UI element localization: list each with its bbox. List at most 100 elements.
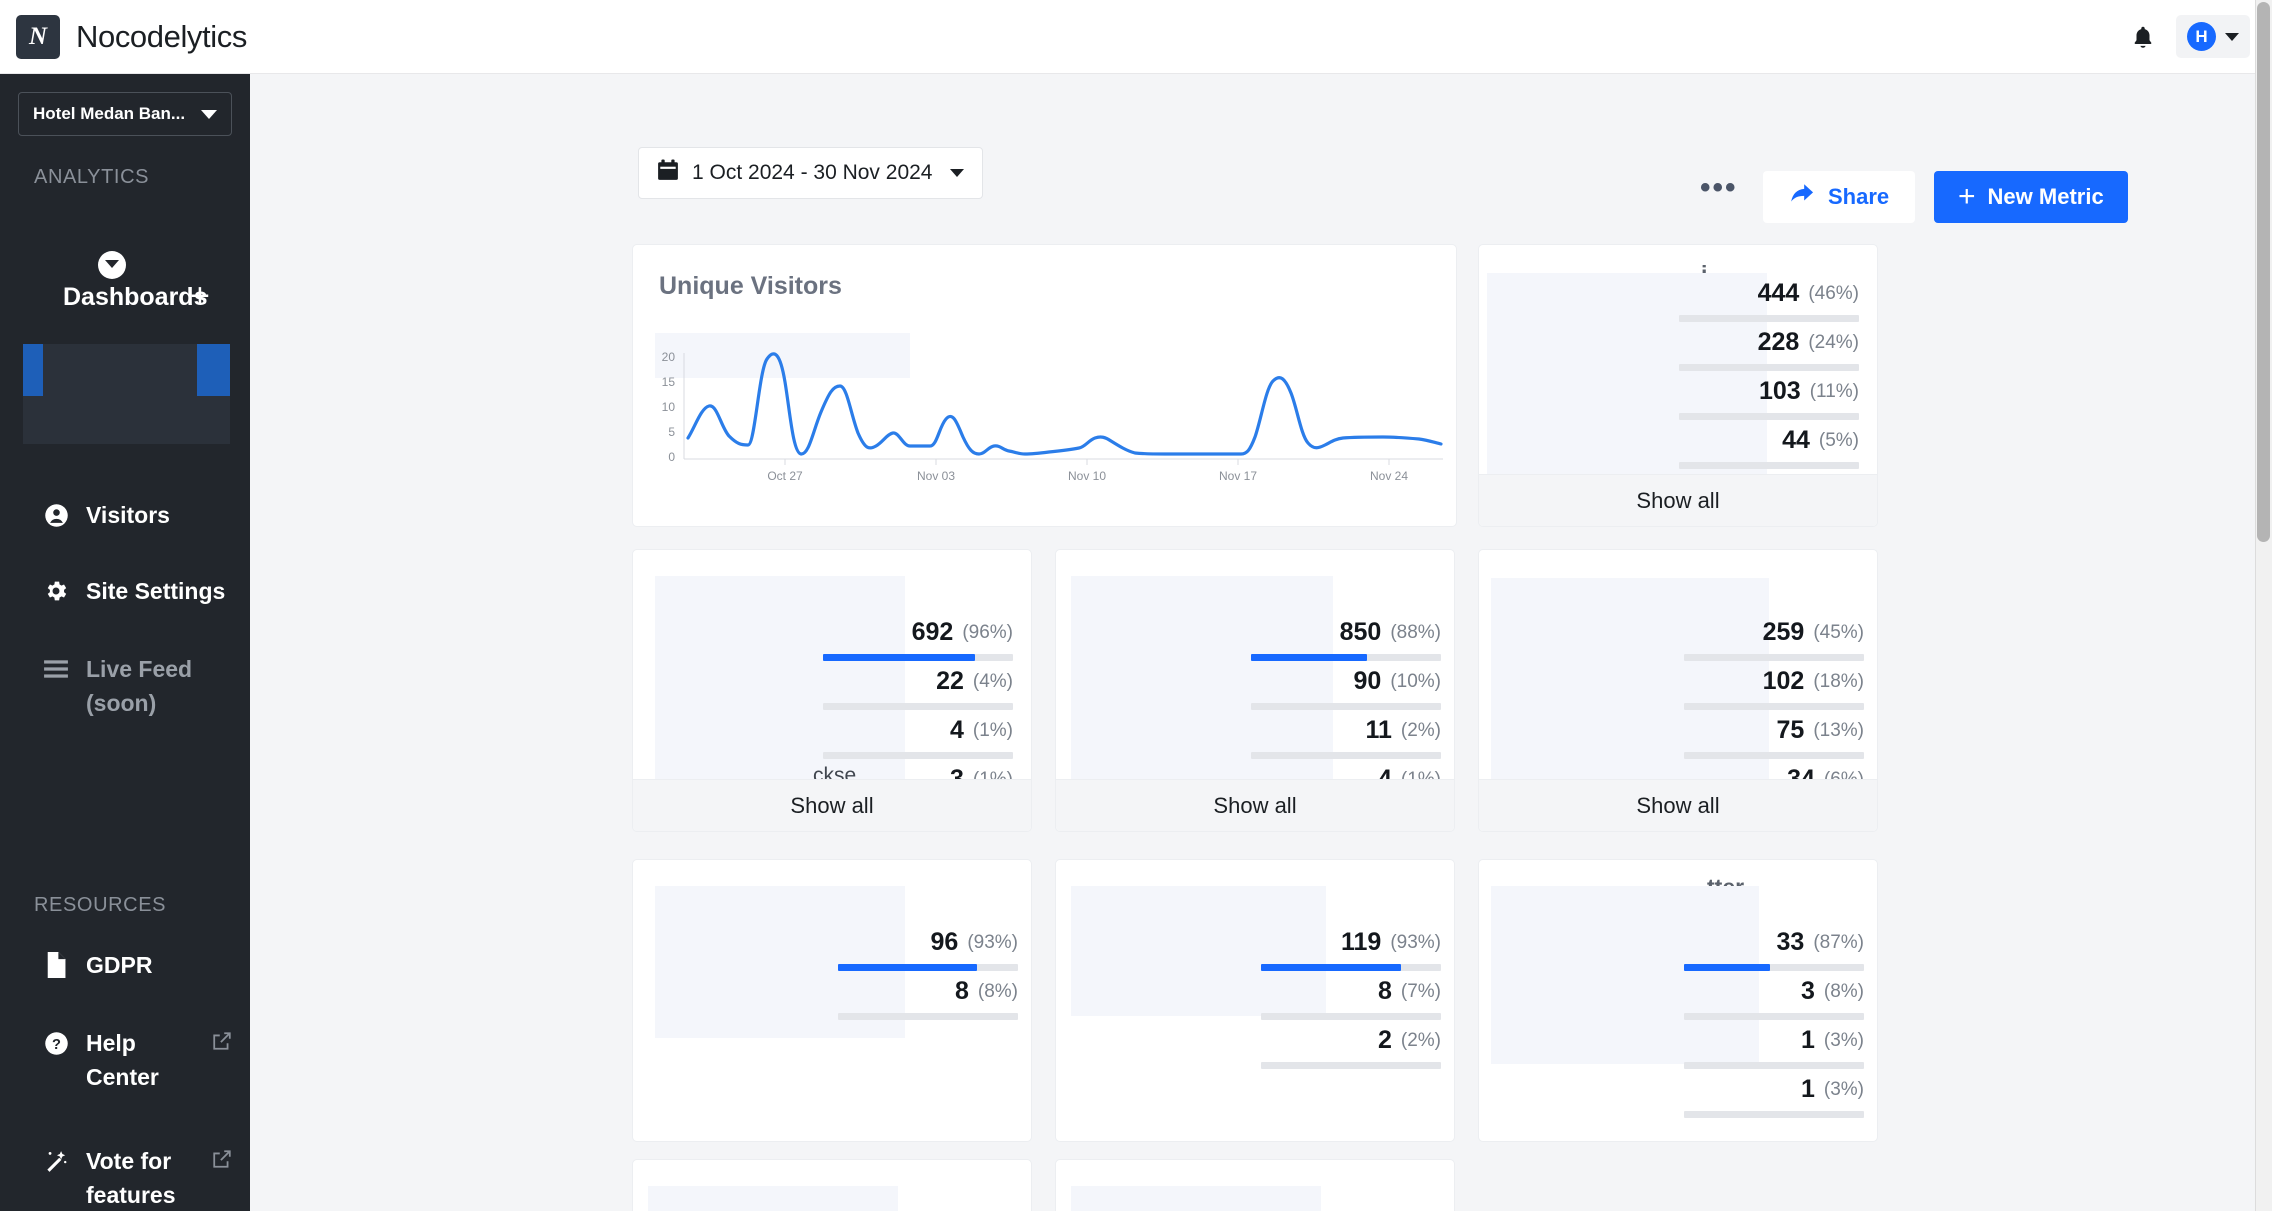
metric-card-row2-col1[interactable]: 692 (96%) 22 (4%) 4 (1%) ckse... 3 (1%) … — [632, 549, 1032, 832]
list-icon — [42, 652, 70, 686]
metric-row[interactable]: 33 (87%) — [1684, 930, 1865, 955]
brand[interactable]: N Nocodelytics — [0, 14, 247, 59]
add-dashboard-button[interactable]: + — [190, 279, 210, 313]
loading-placeholder — [648, 1186, 898, 1211]
metric-row[interactable]: 259 (45%) — [1684, 620, 1864, 645]
unique-visitors-line-chart: 20 15 10 5 0 Oct 27 Nov 03 Nov 10 Nov 17… — [662, 350, 1443, 483]
question-circle-icon: ? — [42, 1026, 70, 1060]
scrollbar-thumb[interactable] — [2257, 2, 2270, 542]
metric-row[interactable]: 102 (18%) — [1684, 669, 1864, 694]
metric-percent: (45%) — [1813, 622, 1864, 644]
metric-percent: (3%) — [1823, 1079, 1864, 1101]
metric-bar — [1679, 364, 1859, 371]
metric-value: 259 — [1762, 618, 1805, 646]
metric-row[interactable]: 119 (93%) — [1261, 930, 1441, 955]
plus-icon: + — [1958, 180, 1976, 213]
svg-text:10: 10 — [662, 400, 676, 414]
external-link-icon — [212, 1026, 232, 1060]
sidebar-item-label: Live Feed (soon) — [86, 656, 193, 716]
selected-indicator-left — [23, 344, 43, 396]
document-icon — [42, 948, 70, 982]
metric-card-row2-col3[interactable]: 259 (45%) 102 (18%) 75 (13%) 34 (6%) Pis… — [1478, 549, 1878, 832]
metric-bar — [1684, 964, 1864, 971]
metric-row[interactable]: 8 (7%) — [1261, 979, 1441, 1004]
svg-text:Nov 10: Nov 10 — [1068, 469, 1106, 483]
chevron-down-icon — [949, 169, 964, 177]
metric-row[interactable]: 96 (93%) — [838, 930, 1019, 955]
sidebar-item-gdpr[interactable]: GDPR — [0, 948, 250, 982]
metric-card-row2-col2[interactable]: 850 (88%) 90 (10%) 11 (2%) 4 (1%) Show a… — [1055, 549, 1455, 832]
dashboards-label[interactable]: Dashboards — [63, 283, 207, 312]
metric-row[interactable]: 692 (96%) — [823, 620, 1013, 645]
metric-row[interactable]: 2 (2%) — [1261, 1028, 1441, 1053]
metric-value: 692 — [911, 618, 954, 646]
svg-text:Nov 03: Nov 03 — [917, 469, 955, 483]
chevron-down-icon — [2225, 32, 2239, 41]
sidebar-item-site-settings[interactable]: Site Settings — [0, 574, 250, 608]
metric-row[interactable]: 850 (88%) — [1251, 620, 1441, 645]
metric-percent: (93%) — [1390, 932, 1441, 954]
show-all-button[interactable]: Show all — [1056, 779, 1454, 831]
metric-row[interactable]: 228 (24%) — [1679, 330, 1859, 355]
unique-visitors-card[interactable]: Unique Visitors 20 15 10 5 0 Oct 27 Nov … — [632, 244, 1457, 527]
metric-row[interactable]: 75 (13%) — [1684, 718, 1865, 743]
metric-value: 22 — [936, 667, 964, 695]
metric-card-row4-col2[interactable]: 623 (64%) 271 (28%) — [1055, 1159, 1455, 1211]
analytics-section-label: ANALYTICS — [34, 166, 150, 188]
metric-row[interactable]: 44 (5%) — [1679, 428, 1859, 453]
show-all-button[interactable]: Show all — [1479, 474, 1877, 526]
show-all-button[interactable]: Show all — [1479, 779, 1877, 831]
metric-row[interactable]: 8 (8%) — [838, 979, 1018, 1004]
metric-card-row3-col2[interactable]: 119 (93%) 8 (7%) 2 (2%) — [1055, 859, 1455, 1142]
metric-card-row3-col1[interactable]: 96 (93%) 8 (8%) — [632, 859, 1032, 1142]
metric-bar — [1684, 1062, 1864, 1069]
metric-percent: (8%) — [1823, 981, 1864, 1003]
top-bar: N Nocodelytics H — [0, 0, 2272, 74]
metric-row[interactable]: 11 (2%) — [1251, 718, 1441, 743]
dashboards-collapse-toggle[interactable] — [98, 251, 126, 279]
date-range-picker[interactable]: 1 Oct 2024 - 30 Nov 2024 — [638, 147, 983, 199]
metric-value: 1 — [1800, 1026, 1815, 1054]
sidebar-item-label: Site Settings — [86, 578, 226, 604]
metric-bar — [1679, 462, 1859, 469]
metric-row[interactable]: 22 (4%) — [823, 669, 1013, 694]
sidebar-item-vote-for-features[interactable]: Vote for features — [0, 1144, 250, 1211]
metric-row[interactable]: 3 (8%) — [1684, 979, 1864, 1004]
metric-bar — [1684, 752, 1864, 759]
metric-row[interactable]: 90 (10%) — [1251, 669, 1442, 694]
metric-percent: (8%) — [977, 981, 1018, 1003]
share-button[interactable]: Share — [1763, 171, 1916, 223]
metric-percent: (1%) — [972, 720, 1013, 742]
notifications-button[interactable] — [2120, 14, 2166, 60]
svg-text:15: 15 — [662, 375, 676, 389]
app-title: Nocodelytics — [76, 18, 247, 54]
new-metric-button[interactable]: + New Metric — [1934, 171, 2128, 223]
metric-row[interactable]: 444 (46%) — [1679, 281, 1859, 306]
metric-value: 3 — [1800, 977, 1815, 1005]
metric-card-row4-col1[interactable]: 249 (26%) 194 (20%) — [632, 1159, 1032, 1211]
metric-row[interactable]: 4 (1%) — [823, 718, 1013, 743]
metric-row[interactable]: 1 (3%) — [1684, 1028, 1864, 1053]
account-menu-button[interactable]: H — [2176, 15, 2250, 58]
metric-row[interactable]: 103 (11%) — [1679, 379, 1859, 404]
metric-value: 228 — [1757, 328, 1800, 356]
date-range-label: 1 Oct 2024 - 30 Nov 2024 — [692, 161, 933, 184]
metric-card-row3-col3[interactable]: tter 33 (87%) 3 (8%) 1 (3%) 1 (3%) — [1478, 859, 1878, 1142]
sidebar-item-live-feed[interactable]: Live Feed (soon) — [0, 652, 250, 720]
metric-percent: (93%) — [967, 932, 1018, 954]
loading-placeholder — [1071, 1186, 1321, 1211]
metric-card-top-right[interactable]: i 444 (46%) 228 (24%) 103 (11%) 44 (5%) … — [1478, 244, 1878, 527]
sidebar-item-help-center[interactable]: ? Help Center — [0, 1026, 250, 1094]
site-selector[interactable]: Hotel Medan Ban... — [18, 92, 232, 136]
more-options-button[interactable]: ••• — [1700, 173, 1738, 203]
metric-bar — [1679, 315, 1859, 322]
metric-bar — [823, 654, 1013, 661]
svg-text:20: 20 — [662, 350, 676, 364]
chevron-down-icon — [201, 109, 217, 119]
metric-percent: (46%) — [1808, 283, 1859, 305]
metric-row[interactable]: 1 (3%) — [1684, 1077, 1864, 1102]
sidebar-item-visitors[interactable]: Visitors — [0, 498, 250, 532]
resources-section-label: RESOURCES — [34, 894, 167, 916]
show-all-button[interactable]: Show all — [633, 779, 1031, 831]
page-scrollbar[interactable] — [2255, 0, 2272, 1211]
